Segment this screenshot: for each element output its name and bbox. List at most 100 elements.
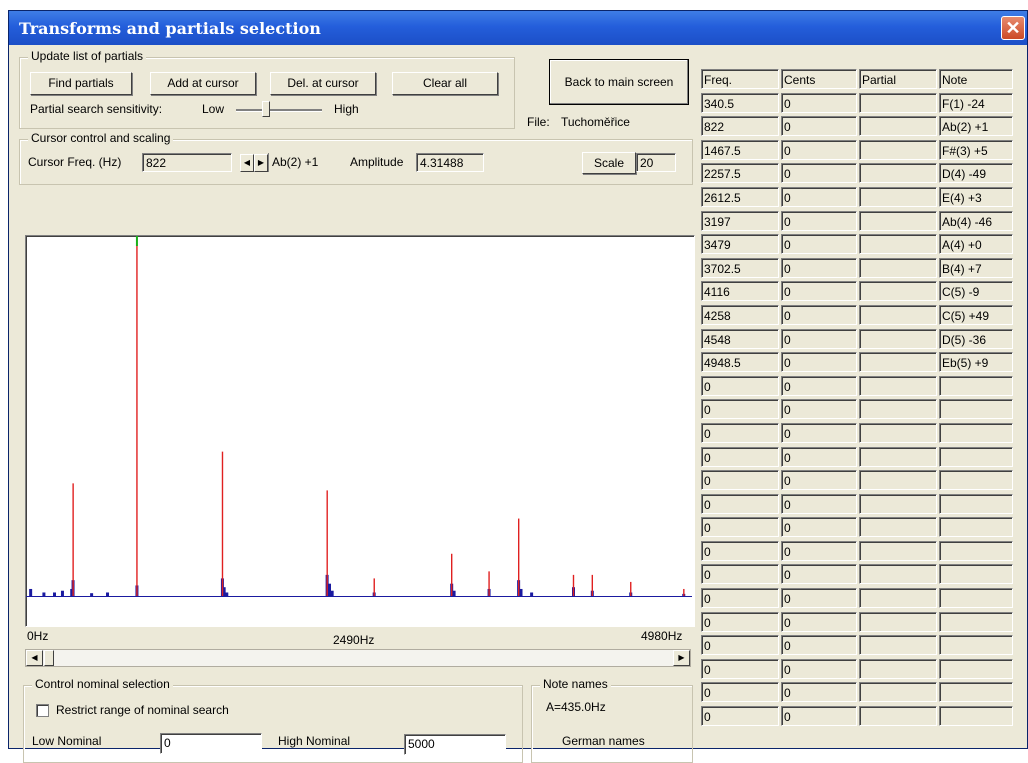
cell-freq[interactable]: 3479 — [701, 234, 779, 255]
cell-cents[interactable]: 0 — [781, 257, 857, 278]
cell-freq[interactable]: 0 — [701, 658, 779, 679]
cell-note[interactable]: F(1) -24 — [939, 92, 1013, 113]
table-row[interactable]: 00 — [701, 540, 1024, 565]
cell-note[interactable] — [939, 446, 1013, 467]
del-at-cursor-button[interactable]: Del. at cursor — [270, 72, 376, 95]
cursor-left-arrow-icon[interactable]: ◀ — [240, 154, 254, 172]
table-row[interactable]: 00 — [701, 446, 1024, 471]
cell-cents[interactable]: 0 — [781, 163, 857, 184]
cell-partial[interactable] — [859, 92, 937, 113]
close-button[interactable]: ✕ — [1001, 16, 1025, 40]
cell-cents[interactable]: 0 — [781, 352, 857, 373]
table-row[interactable]: 3197 0 Ab(4) -46 — [701, 210, 1024, 235]
cell-cents[interactable]: 0 — [781, 517, 857, 538]
cell-note[interactable] — [939, 588, 1013, 609]
cell-partial[interactable] — [859, 540, 937, 561]
cell-freq[interactable]: 0 — [701, 493, 779, 514]
cell-note[interactable]: B(4) +7 — [939, 257, 1013, 278]
cell-note[interactable]: Eb(5) +9 — [939, 352, 1013, 373]
table-row[interactable]: 00 — [701, 564, 1024, 588]
cell-freq[interactable]: 0 — [701, 564, 779, 585]
cell-note[interactable] — [939, 611, 1013, 632]
cell-cents[interactable]: 0 — [781, 446, 857, 467]
cell-note[interactable] — [939, 399, 1013, 420]
cell-note[interactable] — [939, 540, 1013, 561]
cell-cents[interactable]: 0 — [781, 234, 857, 255]
cell-note[interactable] — [939, 375, 1013, 396]
cell-cents[interactable]: 0 — [781, 304, 857, 325]
table-row[interactable]: 1467.5 0 F#(3) +5 — [701, 139, 1024, 164]
cell-note[interactable] — [939, 706, 1013, 727]
cell-cents[interactable]: 0 — [781, 635, 857, 656]
cell-cents[interactable]: 0 — [781, 116, 857, 137]
cell-note[interactable]: F#(3) +5 — [939, 139, 1013, 160]
scale-field[interactable]: 20 — [636, 153, 676, 172]
restrict-range-checkbox[interactable] — [36, 704, 49, 717]
table-row[interactable]: 00 — [701, 706, 1024, 730]
cell-cents[interactable]: 0 — [781, 470, 857, 491]
cell-note[interactable] — [939, 493, 1013, 514]
high-nominal-input[interactable]: 5000 — [404, 734, 506, 755]
cell-note[interactable] — [939, 517, 1013, 538]
cell-partial[interactable] — [859, 399, 937, 420]
cell-freq[interactable]: 4548 — [701, 328, 779, 349]
table-row[interactable]: 00 — [701, 682, 1024, 706]
cell-partial[interactable] — [859, 493, 937, 514]
cell-partial[interactable] — [859, 234, 937, 255]
cell-freq[interactable]: 4116 — [701, 281, 779, 302]
cell-freq[interactable]: 0 — [701, 635, 779, 656]
cell-partial[interactable] — [859, 422, 937, 443]
cell-cents[interactable]: 0 — [781, 588, 857, 609]
cell-freq[interactable]: 0 — [701, 470, 779, 491]
spectrum-chart[interactable] — [26, 236, 692, 624]
cell-freq[interactable]: 0 — [701, 682, 779, 703]
cell-partial[interactable] — [859, 611, 937, 632]
table-row[interactable]: 00 — [701, 493, 1024, 518]
cell-note[interactable]: Ab(2) +1 — [939, 116, 1013, 137]
cell-note[interactable]: D(5) -36 — [939, 328, 1013, 349]
table-row[interactable]: 00 — [701, 658, 1024, 683]
cell-freq[interactable]: 0 — [701, 588, 779, 609]
cell-partial[interactable] — [859, 210, 937, 231]
cell-partial[interactable] — [859, 588, 937, 609]
table-row[interactable]: 00 — [701, 588, 1024, 612]
table-row[interactable]: 4948.5 0 Eb(5) +9 — [701, 352, 1024, 376]
cell-freq[interactable]: 0 — [701, 611, 779, 632]
cell-cents[interactable]: 0 — [781, 375, 857, 396]
title-bar[interactable]: Transforms and partials selection ✕ — [9, 11, 1027, 45]
cell-partial[interactable] — [859, 517, 937, 538]
table-row[interactable]: 00 — [701, 470, 1024, 494]
cell-freq[interactable]: 0 — [701, 375, 779, 396]
cell-cents[interactable]: 0 — [781, 328, 857, 349]
cell-freq[interactable]: 0 — [701, 446, 779, 467]
back-to-main-screen-button[interactable]: Back to main screen — [549, 59, 689, 105]
cell-freq[interactable]: 0 — [701, 399, 779, 420]
table-row[interactable]: 4548 0 D(5) -36 — [701, 328, 1024, 353]
spectrum-horizontal-scrollbar[interactable]: ◀ ▶ — [25, 649, 691, 667]
cell-freq[interactable]: 3197 — [701, 210, 779, 231]
table-row[interactable]: 2612.5 0 E(4) +3 — [701, 186, 1024, 211]
cell-freq[interactable]: 2612.5 — [701, 186, 779, 207]
table-row[interactable]: 00 — [701, 375, 1024, 400]
cell-cents[interactable]: 0 — [781, 682, 857, 703]
cell-cents[interactable]: 0 — [781, 399, 857, 420]
cell-note[interactable] — [939, 658, 1013, 679]
cell-freq[interactable]: 2257.5 — [701, 163, 779, 184]
cell-cents[interactable]: 0 — [781, 564, 857, 585]
cell-cents[interactable]: 0 — [781, 281, 857, 302]
cell-cents[interactable]: 0 — [781, 186, 857, 207]
cell-partial[interactable] — [859, 564, 937, 585]
spectrum-plot[interactable] — [25, 235, 695, 627]
cell-cents[interactable]: 0 — [781, 611, 857, 632]
cell-partial[interactable] — [859, 706, 937, 727]
table-row[interactable]: 00 — [701, 399, 1024, 423]
cell-partial[interactable] — [859, 352, 937, 373]
cell-cents[interactable]: 0 — [781, 139, 857, 160]
cell-cents[interactable]: 0 — [781, 540, 857, 561]
cell-partial[interactable] — [859, 116, 937, 137]
cell-note[interactable]: Ab(4) -46 — [939, 210, 1013, 231]
cell-freq[interactable]: 3702.5 — [701, 257, 779, 278]
table-row[interactable]: 3479 0 A(4) +0 — [701, 234, 1024, 258]
cell-freq[interactable]: 0 — [701, 422, 779, 443]
cell-partial[interactable] — [859, 186, 937, 207]
